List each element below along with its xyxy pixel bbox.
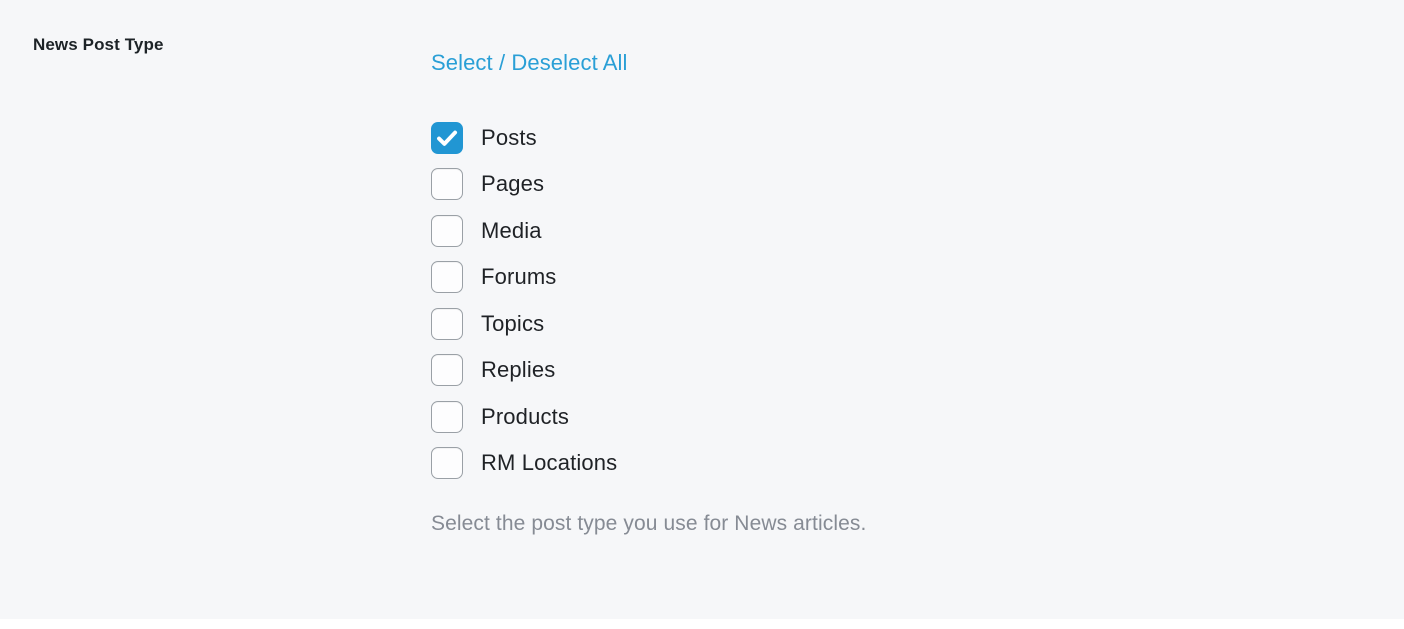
checkbox-label: RM Locations — [481, 450, 618, 476]
field-label-news-post-type: News Post Type — [33, 35, 164, 54]
checkbox-unchecked-icon[interactable] — [431, 261, 463, 294]
checkbox-unchecked-icon[interactable] — [431, 354, 463, 387]
checkbox-row[interactable]: RM Locations — [431, 440, 1371, 487]
select-deselect-all-link[interactable]: Select / Deselect All — [431, 49, 628, 77]
checkbox-label: Posts — [481, 124, 537, 150]
checkbox-unchecked-icon[interactable] — [431, 214, 463, 247]
checkbox-row[interactable]: Posts — [431, 115, 1371, 162]
checkbox-label: Products — [481, 403, 570, 429]
checkbox-row[interactable]: Forums — [431, 254, 1371, 301]
post-type-checkbox-list: Posts Pages Media Forums Topics Replies Produc… — [431, 115, 1371, 487]
checkbox-row[interactable]: Replies — [431, 347, 1371, 394]
checkbox-label: Pages — [481, 171, 545, 197]
checkbox-unchecked-icon[interactable] — [431, 168, 463, 201]
checkbox-label: Replies — [481, 357, 556, 383]
field-description: Select the post type you use for News ar… — [431, 511, 867, 535]
checkbox-row[interactable]: Pages — [431, 161, 1371, 208]
checkbox-label: Media — [481, 217, 542, 243]
checkbox-label: Topics — [481, 310, 545, 336]
checkbox-row[interactable]: Media — [431, 208, 1371, 255]
checkbox-unchecked-icon[interactable] — [431, 447, 463, 480]
checkbox-row[interactable]: Topics — [431, 301, 1371, 348]
checkbox-checked-icon[interactable] — [431, 121, 463, 154]
checkbox-row[interactable]: Products — [431, 394, 1371, 441]
checkbox-unchecked-icon[interactable] — [431, 400, 463, 433]
settings-field-panel: News Post Type Select / Deselect All Pos… — [0, 0, 1404, 619]
field-control-group: Select / Deselect All Posts Pages Media For… — [431, 0, 1371, 537]
checkbox-unchecked-icon[interactable] — [431, 307, 463, 340]
checkbox-label: Forums — [481, 264, 557, 290]
